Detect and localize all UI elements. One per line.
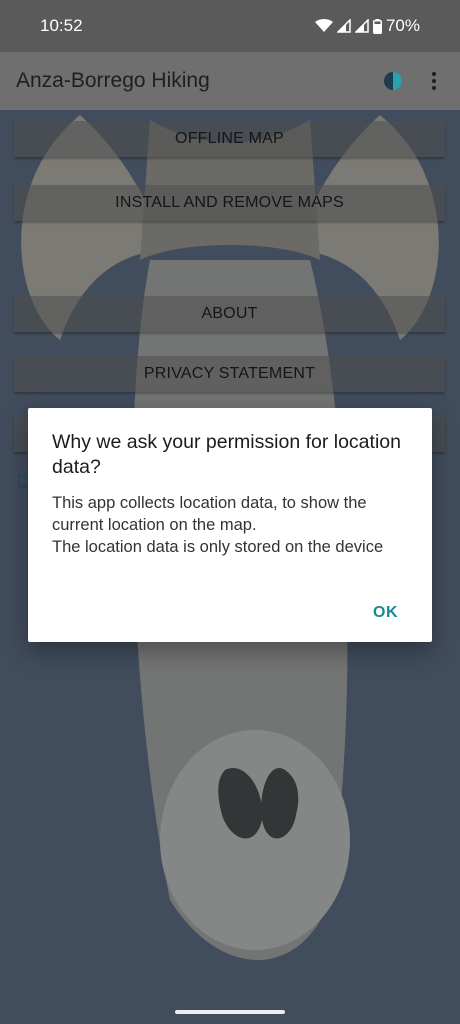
dialog-title: Why we ask your permission for location … [52,431,401,478]
permission-dialog: Why we ask your permission for location … [28,408,432,642]
ok-button[interactable]: OK [363,598,408,627]
dialog-actions: OK [363,604,408,622]
gesture-nav-handle[interactable] [175,1010,285,1014]
dialog-message: This app collects location data, to show… [52,494,384,556]
